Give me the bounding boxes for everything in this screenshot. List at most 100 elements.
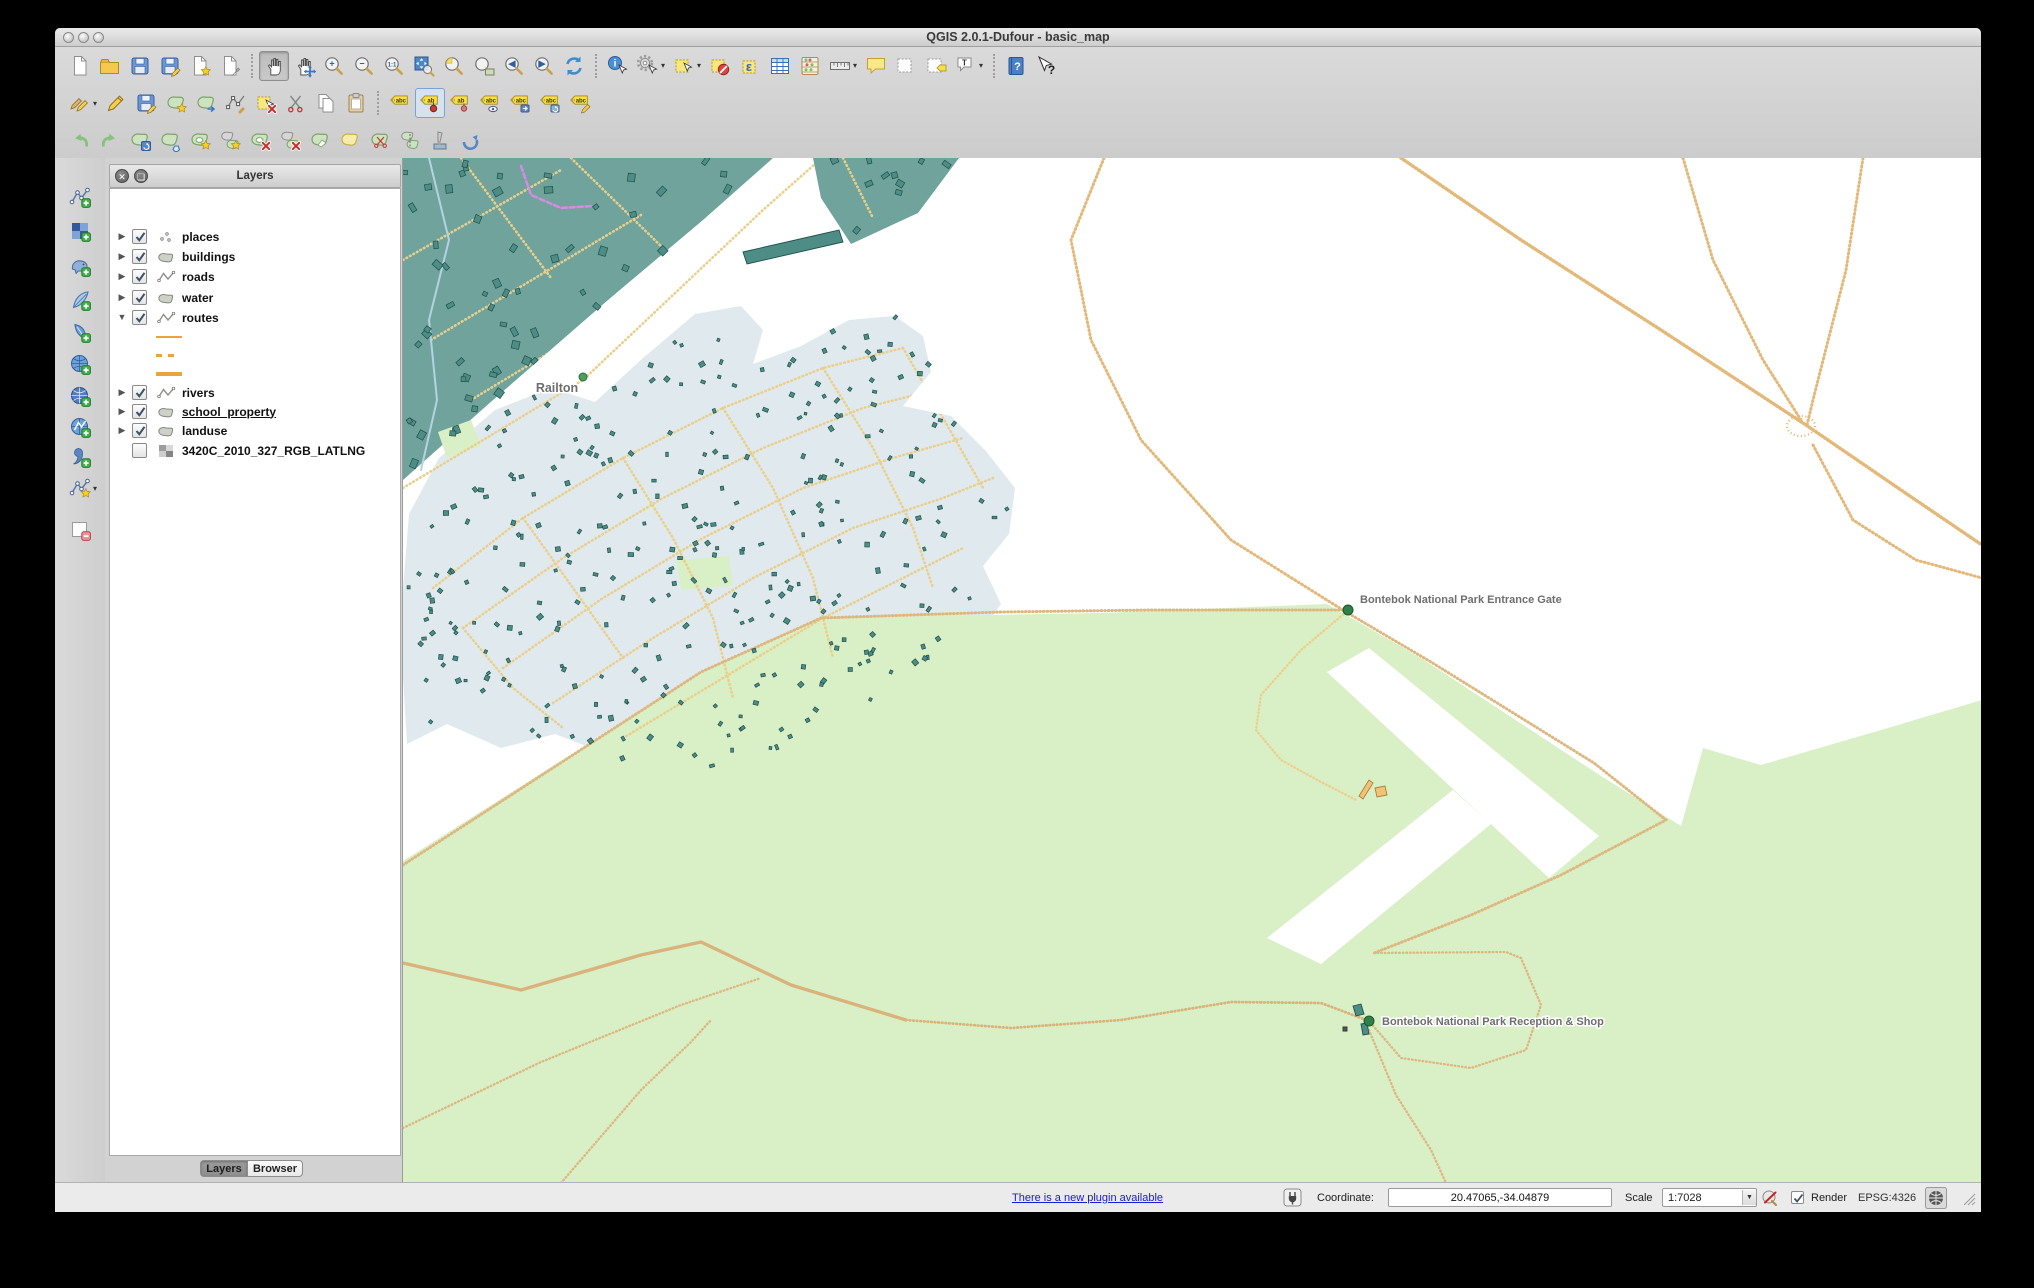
titlebar[interactable]: QGIS 2.0.1-Dufour - basic_map (55, 28, 1981, 47)
zoom-to-layer-button[interactable] (469, 51, 499, 81)
pan-to-selection-button[interactable] (289, 51, 319, 81)
layer-labeling-options-button[interactable]: abc (385, 88, 415, 118)
pin-unpin-labels-button[interactable]: ab (415, 88, 445, 118)
collapse-arrow-icon[interactable]: ▼ (117, 312, 127, 322)
refresh-symbols-button[interactable] (455, 125, 485, 155)
zoom-out-button[interactable]: − (349, 51, 379, 81)
add-raster-layer-button[interactable] (65, 216, 95, 246)
zoom-full-button[interactable] (409, 51, 439, 81)
expand-arrow-icon[interactable]: ▶ (117, 425, 127, 436)
layer-item-school_property[interactable]: ▶school_property (110, 402, 400, 422)
layer-item-water[interactable]: ▶water (110, 288, 400, 308)
layer-item-rivers[interactable]: ▶rivers (110, 383, 400, 403)
layer-visibility-checkbox[interactable] (132, 229, 147, 244)
select-by-expression-button[interactable]: ε (735, 51, 765, 81)
rotate-feature-button[interactable] (125, 125, 155, 155)
expand-arrow-icon[interactable]: ▶ (117, 387, 127, 398)
save-layer-edits-button[interactable] (131, 88, 161, 118)
scale-combo[interactable]: 1:7028 ▼ (1662, 1188, 1757, 1207)
save-project-as-button[interactable] (155, 51, 185, 81)
crs-status-icon[interactable] (1925, 1183, 1947, 1212)
highlight-pinned-labels-button[interactable]: ab (445, 88, 475, 118)
current-edits-button[interactable] (65, 88, 95, 118)
layer-visibility-checkbox[interactable] (132, 310, 147, 325)
remove-layer-button[interactable] (65, 515, 95, 545)
add-ring-button[interactable] (185, 125, 215, 155)
layer-item-roads[interactable]: ▶roads (110, 267, 400, 287)
delete-part-button[interactable] (275, 125, 305, 155)
text-annotation-button[interactable]: T (951, 51, 981, 81)
tab-browser[interactable]: Browser (247, 1160, 303, 1177)
cut-features-button[interactable] (281, 88, 311, 118)
scale-dropdown-icon[interactable]: ▼ (1742, 1190, 1756, 1205)
field-calculator-button[interactable] (795, 51, 825, 81)
layers-panel-header[interactable]: ✕ ❏ Layers (109, 164, 401, 188)
add-part-button[interactable] (215, 125, 245, 155)
layer-item-landuse[interactable]: ▶landuse (110, 421, 400, 441)
add-wcs-layer-button[interactable] (65, 381, 95, 411)
layer-visibility-checkbox[interactable] (132, 385, 147, 400)
layer-item-routes[interactable]: ▼routes (110, 308, 400, 328)
render-checkbox[interactable] (1791, 1191, 1804, 1204)
identify-features-button[interactable]: i (603, 51, 633, 81)
layer-visibility-checkbox[interactable] (132, 423, 147, 438)
undo-button[interactable] (65, 125, 95, 155)
expand-arrow-icon[interactable]: ▶ (117, 292, 127, 303)
add-feature-button[interactable] (161, 88, 191, 118)
new-bookmark-button[interactable] (891, 51, 921, 81)
whats-this-button[interactable]: ? (1031, 51, 1061, 81)
zoom-to-selection-button[interactable] (439, 51, 469, 81)
add-wfs-layer-button[interactable] (65, 412, 95, 442)
move-feature-button[interactable] (191, 88, 221, 118)
new-print-composer-button[interactable] (185, 51, 215, 81)
layer-visibility-checkbox[interactable] (132, 249, 147, 264)
plugin-available-link[interactable]: There is a new plugin available (1012, 1192, 1163, 1204)
expand-arrow-icon[interactable]: ▶ (117, 271, 127, 282)
coordinate-input[interactable] (1388, 1188, 1612, 1207)
add-wms-layer-button[interactable] (65, 349, 95, 379)
map-canvas[interactable]: RailtonBontebok National Park Entrance G… (402, 158, 1981, 1183)
add-delimited-text-layer-button[interactable] (65, 442, 95, 472)
offset-curve-button[interactable] (335, 125, 365, 155)
layer-item-buildings[interactable]: ▶buildings (110, 247, 400, 267)
rotate-label-button[interactable]: abc (535, 88, 565, 118)
move-label-button[interactable]: abc (505, 88, 535, 118)
measure-button[interactable] (825, 51, 855, 81)
expand-arrow-icon[interactable]: ▶ (117, 231, 127, 242)
routes-symbol-thick[interactable] (110, 364, 400, 384)
expand-arrow-icon[interactable]: ▶ (117, 406, 127, 417)
expand-arrow-icon[interactable]: ▶ (117, 251, 127, 262)
plugin-icon[interactable] (1283, 1183, 1302, 1212)
copy-features-button[interactable] (311, 88, 341, 118)
composer-manager-button[interactable] (215, 51, 245, 81)
zoom-in-button[interactable]: + (319, 51, 349, 81)
routes-symbol-solid[interactable] (110, 328, 400, 348)
layer-visibility-checkbox[interactable] (132, 290, 147, 305)
split-features-button[interactable] (365, 125, 395, 155)
tab-layers[interactable]: Layers (200, 1160, 248, 1177)
delete-selected-button[interactable] (251, 88, 281, 118)
refresh-map-button[interactable] (559, 51, 589, 81)
layer-visibility-checkbox[interactable] (132, 443, 147, 458)
show-hide-labels-button[interactable]: abc (475, 88, 505, 118)
toggle-editing-button[interactable] (101, 88, 131, 118)
new-shapefile-layer-dropdown-icon[interactable]: ▾ (93, 484, 101, 493)
open-project-button[interactable] (95, 51, 125, 81)
simplify-feature-button[interactable] (155, 125, 185, 155)
rotate-point-symbols-button[interactable] (425, 125, 455, 155)
help-contents-button[interactable]: ? (1001, 51, 1031, 81)
redo-button[interactable] (95, 125, 125, 155)
change-label-button[interactable]: abc (565, 88, 595, 118)
new-project-button[interactable] (65, 51, 95, 81)
stop-render-icon[interactable] (1761, 1183, 1778, 1212)
deselect-features-button[interactable] (705, 51, 735, 81)
merge-features-button[interactable] (395, 125, 425, 155)
new-shapefile-layer-button[interactable] (65, 473, 95, 503)
delete-ring-button[interactable] (245, 125, 275, 155)
routes-symbol-dashed[interactable] (110, 346, 400, 366)
add-postgis-layer-button[interactable] (65, 251, 95, 281)
layer-item-3420C_2010_327_RGB_LATLNG[interactable]: 3420C_2010_327_RGB_LATLNG (110, 441, 400, 461)
show-bookmarks-button[interactable] (921, 51, 951, 81)
run-feature-action-button[interactable] (633, 51, 663, 81)
pan-map-button[interactable] (259, 51, 289, 81)
